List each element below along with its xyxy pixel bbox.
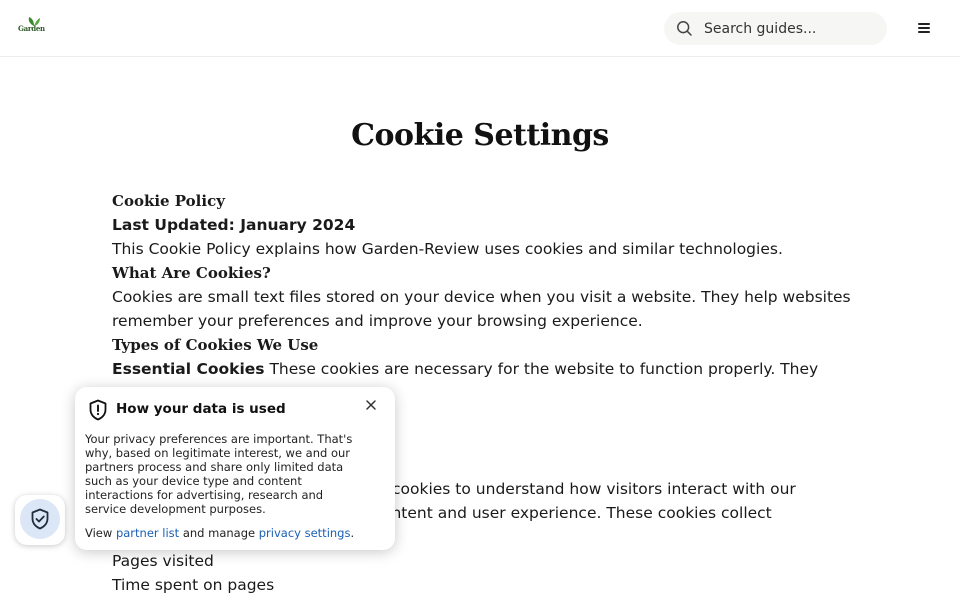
popup-footer: View partner list and manage privacy set… [85,526,355,540]
essential-cookies-text: Essential Cookies These cookies are nece… [112,357,842,381]
search-bar[interactable] [664,12,887,45]
what-text-line1: Cookies are small text files stored on y… [112,288,851,306]
last-updated: Last Updated: January 2024 [112,216,356,234]
list-item: Time spent on pages [112,576,275,594]
what-heading: What Are Cookies? [112,264,271,282]
site-header: Garden [0,0,960,57]
essential-label: Essential Cookies [112,360,265,378]
partner-list-link[interactable]: partner list [116,526,179,540]
hamburger-menu-icon [918,23,930,25]
essential-description: These cookies are necessary for the webs… [264,360,819,378]
privacy-settings-button[interactable] [15,495,65,545]
site-logo[interactable]: Garden [18,16,50,36]
close-icon[interactable] [363,397,379,413]
privacy-settings-link[interactable]: privacy settings [259,526,351,540]
shield-exclamation-icon [89,399,107,421]
popup-body: Your privacy preferences are important. … [85,432,353,516]
logo-text: Garden [18,24,45,33]
intro-text: This Cookie Policy explains how Garden-R… [112,240,783,258]
what-text-line2: remember your preferences and improve yo… [112,312,643,330]
types-heading: Types of Cookies We Use [112,336,319,354]
privacy-popup: How your data is used Your privacy prefe… [75,387,395,550]
shield-check-icon [31,508,49,530]
search-icon [677,21,692,36]
list-item: Pages visited [112,552,214,570]
popup-title: How your data is used [116,401,286,417]
menu-button[interactable] [912,17,936,39]
policy-heading: Cookie Policy [112,192,225,210]
page-title: Cookie Settings [351,118,609,153]
search-input[interactable] [704,12,879,45]
